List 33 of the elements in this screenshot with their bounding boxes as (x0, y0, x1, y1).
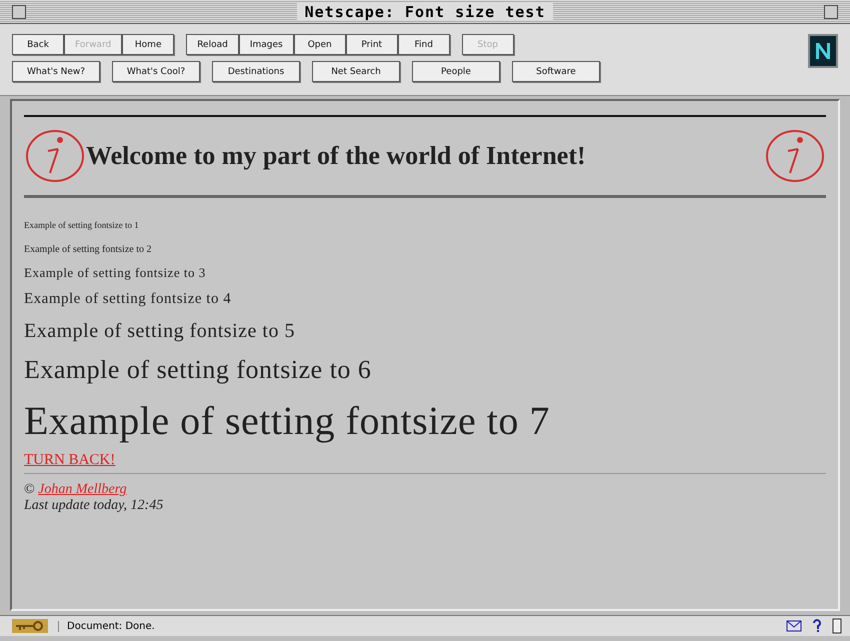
example-text: Example of setting fontsize to 2 (24, 244, 152, 255)
info-icon (24, 127, 86, 185)
window-title: Netscape: Font size test (296, 2, 554, 20)
example-text: Example of setting fontsize to 7 (24, 397, 551, 444)
toolbar-button[interactable]: Find (398, 34, 450, 55)
netscape-logo-icon[interactable] (808, 34, 838, 68)
directory-button[interactable]: Net Search (312, 61, 400, 82)
directory-button[interactable]: What's New? (12, 61, 100, 82)
example-text: Example of setting fontsize to 3 (24, 265, 207, 281)
example-text: Example of setting fontsize to 4 (24, 291, 232, 308)
copyright-sign: © (24, 482, 35, 497)
page-heading: Welcome to my part of the world of Internet! (86, 141, 587, 171)
close-box[interactable] (12, 4, 26, 18)
directory-button[interactable]: Destinations (212, 61, 300, 82)
directory-button[interactable]: Software (512, 61, 600, 82)
info-icon (764, 127, 826, 185)
directory-button[interactable]: What's Cool? (112, 61, 200, 82)
zoom-box[interactable] (824, 4, 838, 18)
status-text: Document: Done. (58, 620, 776, 632)
toolbar-button[interactable]: Open (294, 34, 346, 55)
toolbar-button[interactable]: Back (12, 34, 64, 55)
security-key-icon[interactable] (12, 619, 48, 633)
help-icon[interactable] (812, 619, 822, 633)
example-text: Example of setting fontsize to 5 (24, 320, 296, 343)
toolbar-button[interactable]: Print (346, 34, 398, 55)
toolbar-button[interactable]: Reload (186, 34, 239, 55)
last-update-text: Last update today, 12:45 (24, 498, 164, 514)
example-text: Example of setting fontsize to 6 (24, 355, 372, 385)
toolbar-button[interactable]: Images (238, 34, 294, 55)
directory-button[interactable]: People (412, 61, 500, 82)
example-text: Example of setting fontsize to 1 (24, 220, 140, 230)
toolbar-button[interactable]: Home (122, 34, 174, 55)
mail-icon[interactable] (786, 620, 802, 632)
